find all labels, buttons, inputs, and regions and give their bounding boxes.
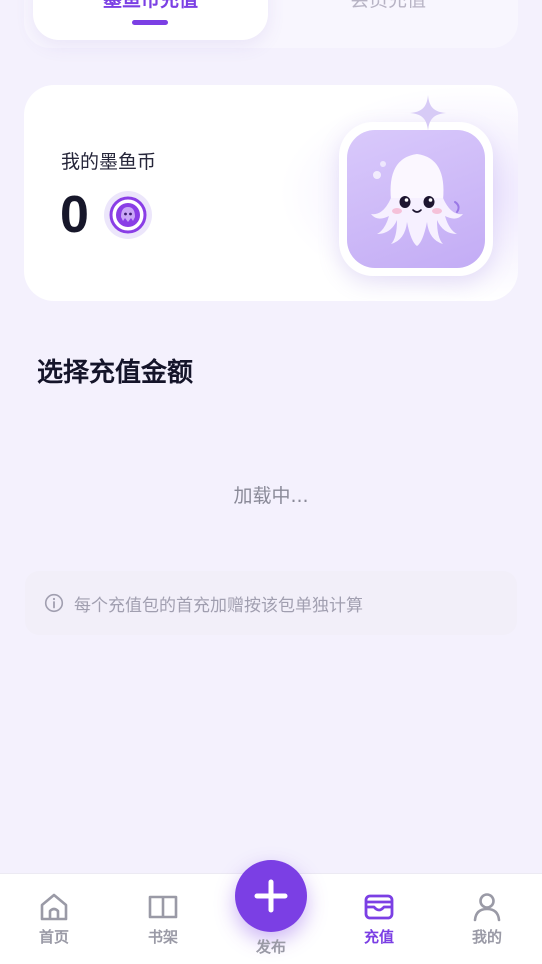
tab-membership-recharge-label: 会员充值 (349, 0, 426, 11)
tab-membership-recharge[interactable]: 会员充值 (268, 0, 508, 40)
tab-coin-recharge-label: 墨鱼币充值 (102, 0, 198, 11)
tab-active-indicator (132, 20, 168, 25)
section-title: 选择充值金额 (37, 358, 194, 388)
balance-label: 我的墨鱼币 (61, 151, 157, 173)
nav-label-publish: 发布 (255, 938, 286, 956)
publish-button[interactable] (235, 860, 307, 932)
balance-card: 我的墨鱼币 0 (24, 85, 518, 301)
user-icon (473, 893, 501, 922)
wallet-icon (364, 894, 394, 920)
sparkle-icon (410, 95, 446, 131)
recharge-note: 每个充值包的首充加赠按该包单独计算 (25, 571, 517, 635)
recharge-tab-bar: 墨鱼币充值 会员充值 (24, 0, 518, 48)
note-text: 每个充值包的首充加赠按该包单独计算 (74, 596, 363, 616)
loading-text: 加载中... (233, 485, 309, 507)
balance-amount: 0 (60, 186, 89, 244)
plus-icon (254, 879, 288, 913)
info-icon (44, 593, 64, 613)
tab-coin-recharge[interactable]: 墨鱼币充值 (33, 0, 268, 40)
book-icon (148, 895, 178, 919)
squid-mascot-image (339, 122, 493, 276)
home-icon (40, 893, 68, 921)
squid-coin-icon (104, 191, 152, 239)
